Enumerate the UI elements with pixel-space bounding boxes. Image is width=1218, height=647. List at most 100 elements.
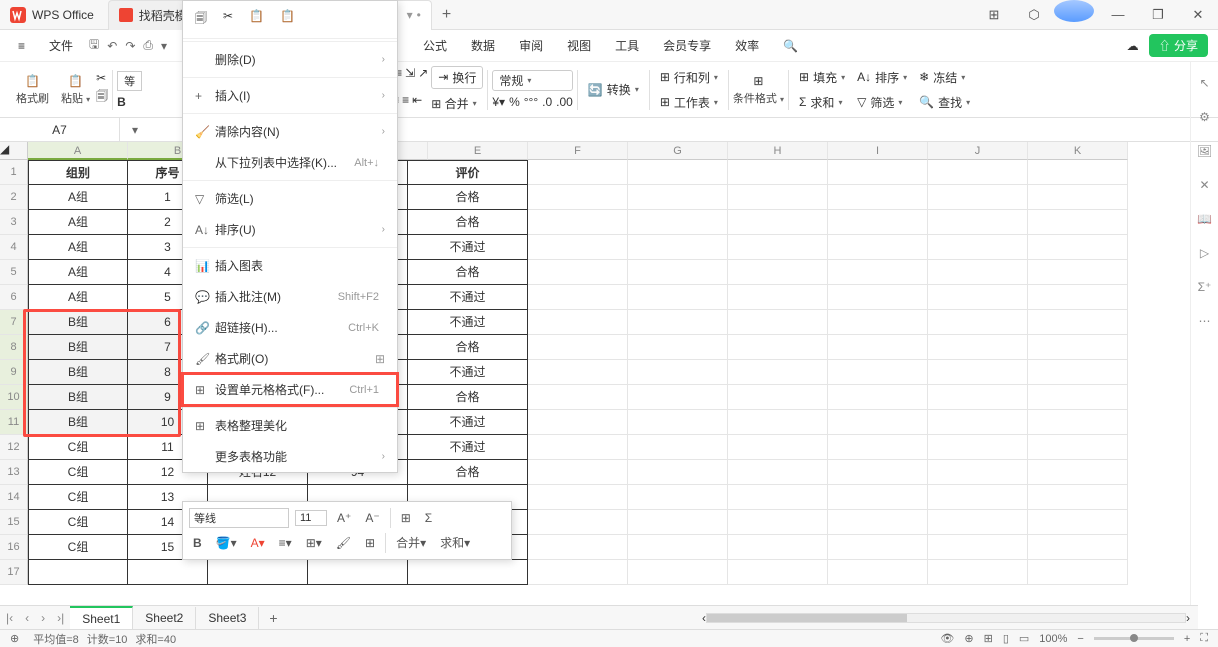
book-icon[interactable]: 📖	[1197, 212, 1212, 226]
menu-efficiency[interactable]: 效率	[727, 33, 767, 58]
column-header-F[interactable]: F	[528, 142, 628, 160]
cell[interactable]	[528, 260, 628, 285]
cell[interactable]	[728, 335, 828, 360]
cell[interactable]	[1028, 160, 1128, 185]
mini-font-color-icon[interactable]: A▾	[247, 534, 269, 552]
cell[interactable]	[528, 460, 628, 485]
cell[interactable]	[628, 560, 728, 585]
cell[interactable]	[928, 235, 1028, 260]
apps-icon[interactable]: ⊞	[974, 0, 1014, 30]
menu-tools[interactable]: 工具	[607, 33, 647, 58]
cell[interactable]: 组别	[28, 160, 128, 185]
cell[interactable]: 合格	[408, 260, 528, 285]
undo-icon[interactable]: ↶	[107, 39, 117, 53]
copy-icon[interactable]: 🗐	[96, 87, 108, 108]
cell[interactable]	[628, 335, 728, 360]
freeze-button[interactable]: ❄ 冻结 ▾	[913, 67, 976, 88]
align-bot-icon[interactable]: ⇲	[405, 66, 415, 89]
cm-format-painter[interactable]: 🖌格式刷(O)⊞	[183, 343, 397, 374]
cell[interactable]	[528, 435, 628, 460]
cell[interactable]	[528, 210, 628, 235]
tab-dropdown-icon[interactable]: ▾	[407, 8, 413, 22]
sheet-nav-last[interactable]: ›|	[51, 611, 70, 625]
cell-reference[interactable]: A7	[0, 118, 120, 142]
copy-icon[interactable]: 🗐	[195, 9, 207, 30]
print-icon[interactable]: ⎙	[143, 38, 153, 53]
tools-icon[interactable]: ✕	[1199, 178, 1209, 192]
cell[interactable]	[728, 485, 828, 510]
settings-icon[interactable]: ⚙	[1199, 110, 1210, 124]
cell[interactable]	[628, 360, 728, 385]
cm-hyperlink[interactable]: 🔗超链接(H)...Ctrl+K	[183, 312, 397, 343]
share-button[interactable]: ⇧ 分享	[1149, 34, 1208, 57]
sum-button[interactable]: Σ 求和 ▾	[793, 92, 851, 113]
column-header-H[interactable]: H	[728, 142, 828, 160]
cell[interactable]	[728, 310, 828, 335]
cell[interactable]	[628, 285, 728, 310]
cell[interactable]	[728, 260, 828, 285]
cell[interactable]	[1028, 360, 1128, 385]
align-right-icon[interactable]: ≡	[402, 93, 409, 114]
mini-sum-label[interactable]: 求和▾	[436, 532, 474, 553]
cm-insert-chart[interactable]: 📊插入图表	[183, 250, 397, 281]
cell[interactable]	[628, 460, 728, 485]
zoom-slider[interactable]	[1094, 637, 1174, 640]
maximize-button[interactable]: ❐	[1138, 0, 1178, 30]
more-icon[interactable]: ⋯	[1199, 314, 1211, 328]
cell[interactable]: A组	[28, 285, 128, 310]
cell[interactable]: B组	[28, 335, 128, 360]
paste-special-icon[interactable]: 📋	[280, 9, 295, 30]
rowcol-button[interactable]: ⊞ 行和列 ▾	[654, 67, 724, 88]
cm-cell-format[interactable]: ⊞设置单元格格式(F)...Ctrl+1	[183, 374, 397, 405]
cloud-icon[interactable]: ☁	[1127, 39, 1139, 53]
cell[interactable]	[828, 360, 928, 385]
horizontal-scrollbar[interactable]: ‹›	[288, 611, 1198, 625]
cell[interactable]	[528, 235, 628, 260]
sigma-icon[interactable]: Σ⁺	[1198, 280, 1212, 294]
mini-shrink-font-icon[interactable]: A⁻	[361, 509, 383, 527]
cell[interactable]	[928, 435, 1028, 460]
cell[interactable]	[628, 210, 728, 235]
row-number[interactable]: 16	[0, 535, 28, 560]
percent-icon[interactable]: %	[509, 95, 520, 109]
cell[interactable]	[828, 160, 928, 185]
cell[interactable]	[928, 285, 1028, 310]
cell[interactable]	[928, 385, 1028, 410]
sheet-tab-3[interactable]: Sheet3	[196, 607, 259, 629]
cell[interactable]	[828, 435, 928, 460]
cell[interactable]	[928, 185, 1028, 210]
cell[interactable]	[1028, 285, 1128, 310]
cell[interactable]	[628, 410, 728, 435]
cm-more[interactable]: 更多表格功能›	[183, 441, 397, 472]
cut-icon[interactable]: ✂	[223, 9, 233, 30]
cube-icon[interactable]: ⬡	[1014, 0, 1054, 30]
cell[interactable]	[1028, 485, 1128, 510]
redo-icon[interactable]: ↷	[125, 39, 135, 53]
cell[interactable]	[928, 560, 1028, 585]
currency-icon[interactable]: ¥▾	[492, 95, 505, 109]
dec-inc-icon[interactable]: .0	[542, 95, 552, 109]
mini-merge-label[interactable]: 合并▾	[392, 532, 430, 553]
cell[interactable]	[528, 385, 628, 410]
cell[interactable]	[28, 560, 128, 585]
column-header-J[interactable]: J	[928, 142, 1028, 160]
cell[interactable]	[1028, 260, 1128, 285]
cell[interactable]	[728, 510, 828, 535]
cell[interactable]	[828, 210, 928, 235]
cell[interactable]	[728, 285, 828, 310]
mini-font-select[interactable]: 等线	[189, 508, 289, 528]
sheet-nav-first[interactable]: |‹	[0, 611, 19, 625]
cell[interactable]	[828, 410, 928, 435]
cell[interactable]	[628, 385, 728, 410]
cell[interactable]	[728, 160, 828, 185]
cell[interactable]	[728, 535, 828, 560]
cell[interactable]	[828, 510, 928, 535]
row-number[interactable]: 5	[0, 260, 28, 285]
column-header-E[interactable]: E	[428, 142, 528, 160]
sheet-nav-prev[interactable]: ‹	[19, 611, 35, 625]
avatar[interactable]	[1054, 0, 1094, 22]
preview-icon[interactable]: ▾	[161, 39, 167, 53]
cell[interactable]	[728, 185, 828, 210]
row-number[interactable]: 10	[0, 385, 28, 410]
sheet-nav-next[interactable]: ›	[35, 611, 51, 625]
